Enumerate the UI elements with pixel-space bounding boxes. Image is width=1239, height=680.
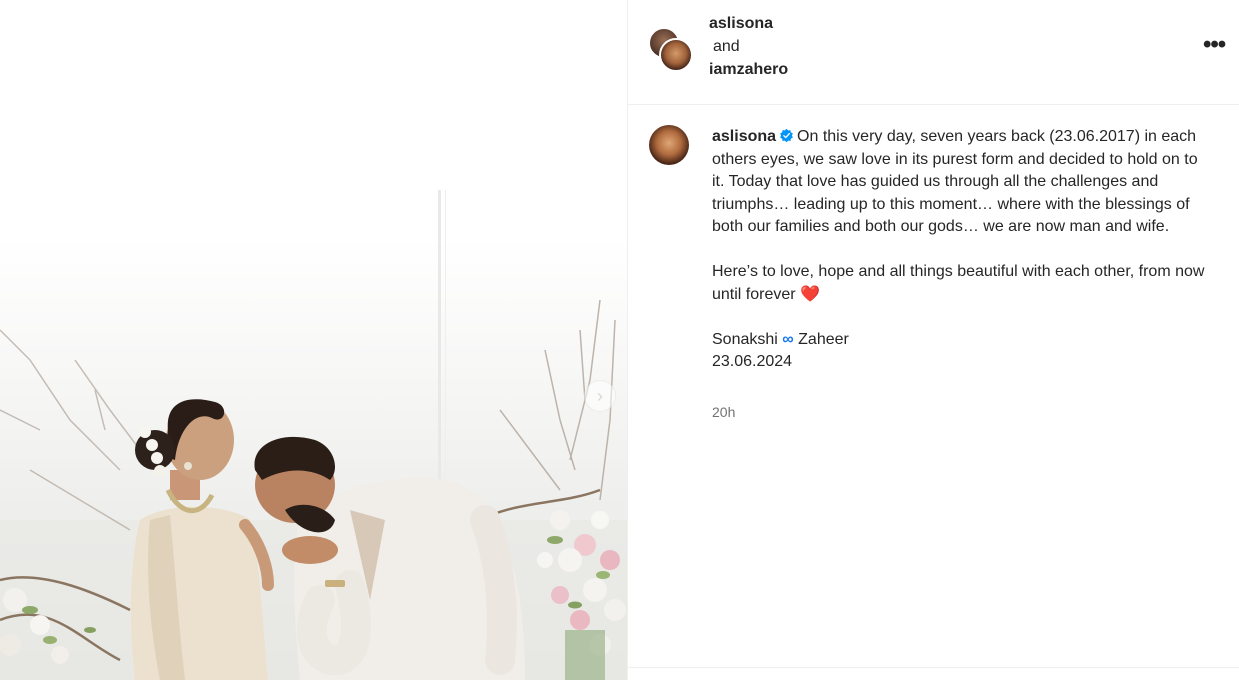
caption-date: 23.06.2024	[712, 353, 793, 370]
post-header: aslisona and iamzahero •••	[628, 0, 1239, 105]
infinity-icon: ∞	[782, 330, 794, 348]
chevron-right-icon: ›	[597, 386, 603, 406]
post-details-panel: aslisona and iamzahero ••• aslisona On th…	[627, 0, 1239, 680]
caption-text-2: Here’s to love, hope and all things beau…	[712, 263, 1205, 303]
wedding-photo	[0, 190, 627, 680]
and-text: and	[713, 38, 740, 55]
verified-badge-icon	[780, 128, 793, 143]
post-caption: aslisona On this very day, seven years ba…	[712, 126, 1207, 374]
caption-para-1: aslisona On this very day, seven years ba…	[712, 126, 1207, 239]
author-username-2[interactable]: iamzahero	[709, 61, 788, 79]
caption-username[interactable]: aslisona	[712, 128, 776, 145]
caption-author-avatar[interactable]	[649, 125, 689, 165]
more-options-icon[interactable]: •••	[1203, 33, 1226, 57]
next-image-button[interactable]: ›	[584, 380, 616, 412]
caption-text-1: On this very day, seven years back (23.0…	[712, 128, 1198, 235]
author-username-1[interactable]: aslisona	[709, 15, 773, 33]
signature-name-1: Sonakshi	[712, 330, 778, 348]
post-timestamp[interactable]: 20h	[712, 404, 735, 420]
divider	[628, 667, 1239, 668]
collaborator-avatar-2[interactable]	[659, 38, 693, 72]
heart-emoji-icon: ❤️	[800, 285, 820, 303]
post-image[interactable]: ›	[0, 0, 627, 680]
caption-para-2: Here’s to love, hope and all things beau…	[712, 261, 1207, 306]
signature-name-2: Zaheer	[798, 330, 849, 348]
caption-signature: Sonakshi ∞ Zaheer	[712, 329, 1207, 352]
